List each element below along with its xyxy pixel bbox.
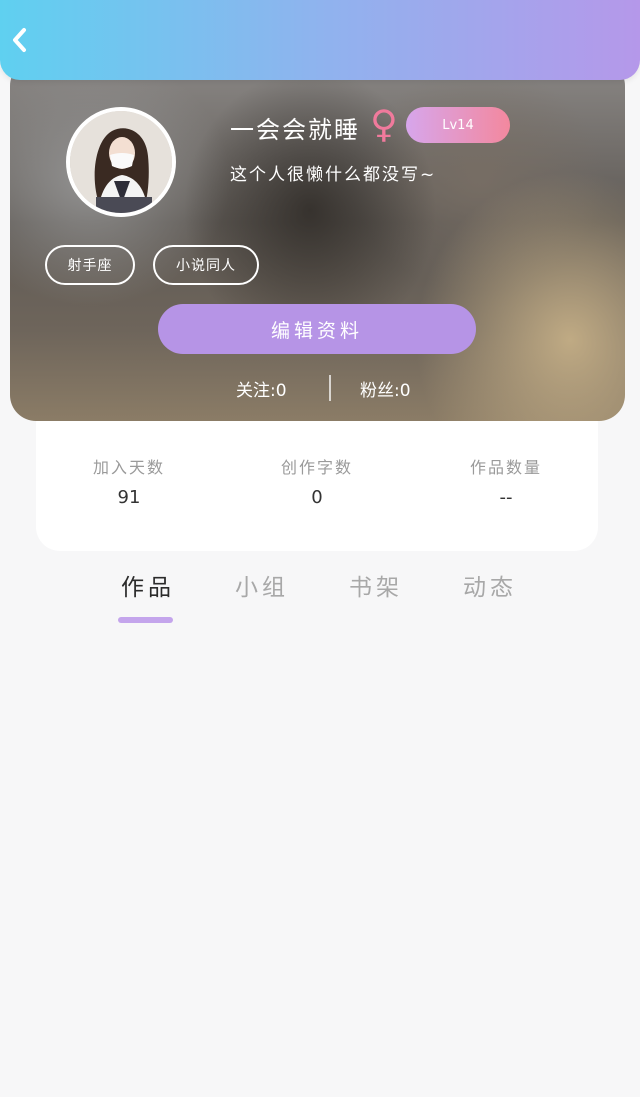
stat-label: 创作字数 bbox=[280, 458, 353, 477]
tag-genre[interactable]: 小说同人 bbox=[153, 245, 259, 285]
level-badge: Lv14 bbox=[406, 107, 510, 143]
edit-profile-button[interactable]: 编辑资料 bbox=[158, 304, 476, 354]
tab-groups[interactable]: 小组 bbox=[222, 570, 302, 606]
tab-bookshelf[interactable]: 书架 bbox=[336, 570, 416, 606]
stats-panel: 加入天数 91 创作字数 0 作品数量 -- bbox=[36, 400, 598, 551]
fans-count[interactable]: 粉丝:0 bbox=[360, 373, 411, 403]
active-tab-indicator bbox=[118, 617, 173, 623]
tab-works[interactable]: 作品 bbox=[108, 570, 188, 606]
tag-zodiac[interactable]: 射手座 bbox=[45, 245, 135, 285]
avatar[interactable] bbox=[66, 107, 176, 217]
avatar-photo bbox=[70, 111, 172, 213]
divider bbox=[329, 375, 331, 401]
profile-page: 一会会就睡 ♀ Lv14 这个人很懒什么都没写~ 射手座 小说同人 编辑资料 关… bbox=[0, 0, 640, 1097]
stat-value: -- bbox=[499, 487, 513, 508]
bio-text: 这个人很懒什么都没写~ bbox=[230, 165, 437, 185]
stat-works-count: 作品数量 -- bbox=[436, 456, 576, 510]
top-bar bbox=[0, 0, 640, 80]
stat-label: 作品数量 bbox=[469, 458, 542, 477]
follow-stats: 关注:0 粉丝:0 bbox=[10, 373, 625, 403]
chevron-left-icon bbox=[13, 28, 26, 52]
username: 一会会就睡 bbox=[230, 116, 360, 144]
stat-value: 91 bbox=[117, 487, 141, 508]
following-count[interactable]: 关注:0 bbox=[236, 373, 287, 403]
profile-card: 一会会就睡 ♀ Lv14 这个人很懒什么都没写~ 射手座 小说同人 编辑资料 关… bbox=[10, 60, 625, 421]
content-tabs: 作品 小组 书架 动态 bbox=[0, 570, 640, 630]
stat-word-count: 创作字数 0 bbox=[247, 456, 387, 510]
back-button[interactable] bbox=[2, 22, 38, 58]
stat-value: 0 bbox=[311, 487, 323, 508]
stat-join-days: 加入天数 91 bbox=[59, 456, 199, 510]
tab-activity[interactable]: 动态 bbox=[450, 570, 530, 606]
female-icon: ♀ bbox=[370, 102, 398, 146]
stat-label: 加入天数 bbox=[92, 458, 165, 477]
